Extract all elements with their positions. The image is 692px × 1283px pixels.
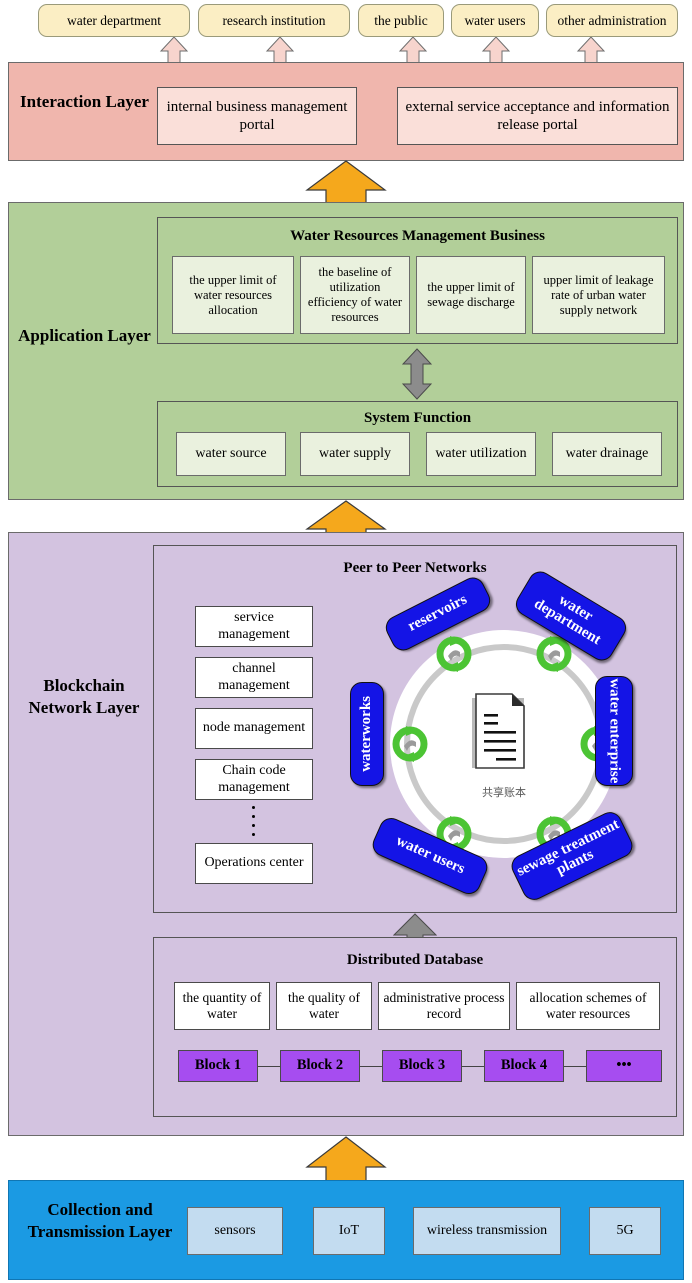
system-function-item-1[interactable]: water supply	[300, 432, 410, 476]
database-item-1[interactable]: the quality of water	[276, 982, 372, 1030]
p2p-management-item-1[interactable]: channel management	[195, 657, 313, 698]
distributed-database-panel: Distributed Database the quantity of wat…	[153, 937, 677, 1117]
portal-label: external service acceptance and informat…	[405, 99, 670, 133]
arrow-business-system-function	[402, 348, 432, 400]
interaction-layer: Interaction Layer internal business mana…	[8, 62, 684, 161]
p2p-management-item-4[interactable]: Operations center	[195, 843, 313, 884]
arrow-collection-to-blockchain	[305, 1136, 387, 1182]
p2p-management-item-3[interactable]: Chain code management	[195, 759, 313, 800]
database-item-2[interactable]: administrative process record	[378, 982, 510, 1030]
stakeholder-research-institution[interactable]: research institution	[198, 4, 350, 37]
stakeholder-other-administration[interactable]: other administration	[546, 4, 678, 37]
collection-item-wireless-transmission[interactable]: wireless transmission	[413, 1207, 561, 1255]
blockchain-layer-label: Blockchain Network Layer	[28, 676, 140, 718]
business-item-2[interactable]: the upper limit of sewage discharge	[416, 256, 526, 334]
collection-item-5g[interactable]: 5G	[589, 1207, 661, 1255]
application-layer-label: Application Layer	[18, 326, 151, 345]
peer-to-peer-networks-panel: Peer to Peer Networks service management…	[153, 545, 677, 913]
stakeholder-water-department[interactable]: water department	[38, 4, 190, 37]
collection-item-sensors[interactable]: sensors	[187, 1207, 283, 1255]
internal-business-management-portal[interactable]: internal business management portal	[157, 87, 357, 145]
system-function-item-2[interactable]: water utilization	[426, 432, 536, 476]
database-item-0[interactable]: the quantity of water	[174, 982, 270, 1030]
business-item-0[interactable]: the upper limit of water resources alloc…	[172, 256, 294, 334]
system-function-panel: System Function water source water suppl…	[157, 401, 678, 487]
collection-and-transmission-layer: Collection and Transmission Layer sensor…	[8, 1180, 684, 1280]
block-0[interactable]: Block 1	[178, 1050, 258, 1082]
database-item-3[interactable]: allocation schemes of water resources	[516, 982, 660, 1030]
business-item-1[interactable]: the baseline of utilization efficiency o…	[300, 256, 410, 334]
application-layer: Application Layer Water Resources Manage…	[8, 202, 684, 500]
collection-layer-label: Collection and Transmission Layer	[27, 1200, 173, 1242]
interaction-layer-label: Interaction Layer	[20, 92, 149, 111]
block-3[interactable]: Block 4	[484, 1050, 564, 1082]
p2p-node-waterworks[interactable]: waterworks	[350, 682, 384, 786]
system-function-title: System Function	[363, 410, 472, 426]
stakeholder-label: other administration	[557, 12, 667, 28]
stakeholder-label: research institution	[222, 12, 326, 28]
system-function-item-3[interactable]: water drainage	[552, 432, 662, 476]
stakeholder-water-users[interactable]: water users	[451, 4, 539, 37]
collection-item-iot[interactable]: IoT	[313, 1207, 385, 1255]
p2p-panel-title: Peer to Peer Networks	[343, 560, 487, 576]
p2p-management-item-2[interactable]: node management	[195, 708, 313, 749]
external-service-portal[interactable]: external service acceptance and informat…	[397, 87, 678, 145]
stakeholder-label: water users	[464, 12, 526, 28]
p2p-node-water-enterprise[interactable]: water enterprise	[595, 676, 633, 786]
p2p-management-item-0[interactable]: service management	[195, 606, 313, 647]
business-panel-title: Water Resources Management Business	[290, 228, 545, 244]
block-2[interactable]: Block 3	[382, 1050, 462, 1082]
arrow-database-to-p2p	[393, 913, 437, 939]
business-item-3[interactable]: upper limit of leakage rate of urban wat…	[532, 256, 665, 334]
p2p-network-graphic: 共享账本 reservoirs water department water e…	[344, 567, 664, 904]
p2p-management-ellipsis-icon	[250, 806, 256, 836]
block-1[interactable]: Block 2	[280, 1050, 360, 1082]
stakeholder-label: water department	[66, 12, 162, 28]
arrow-application-to-interaction	[305, 160, 387, 204]
system-function-item-0[interactable]: water source	[176, 432, 286, 476]
water-resources-management-business-panel: Water Resources Management Business the …	[157, 217, 678, 344]
distributed-database-title: Distributed Database	[346, 952, 484, 968]
block-more[interactable]: •••	[586, 1050, 662, 1082]
stakeholder-the-public[interactable]: the public	[358, 4, 444, 37]
portal-label: internal business management portal	[166, 99, 348, 133]
stakeholder-label: the public	[374, 12, 428, 28]
blockchain-network-layer: Blockchain Network Layer Peer to Peer Ne…	[8, 532, 684, 1136]
